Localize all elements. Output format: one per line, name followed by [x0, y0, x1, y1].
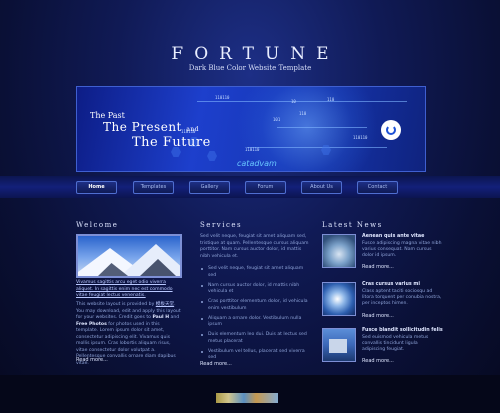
welcome-heading: Welcome	[76, 221, 119, 229]
site-tagline: Dark Blue Color Website Template	[188, 64, 312, 72]
news-item-title[interactable]: Aenean quis ante vitae	[362, 234, 424, 239]
banner-line-present: The Present and	[103, 120, 199, 134]
nav-item-home[interactable]: Home	[76, 181, 117, 194]
power-circle-icon	[381, 120, 401, 140]
banner-circuit-line	[247, 147, 387, 148]
services-heading: Services	[200, 221, 243, 229]
services-read-more-link[interactable]: Read more...	[200, 361, 232, 367]
banner-hexagon	[207, 151, 217, 161]
welcome-read-more-link[interactable]: Read more...	[76, 357, 108, 363]
services-list-item: Cras porttitor elementum dolor, id vehic…	[200, 299, 310, 312]
news-item-title[interactable]: Cras cursus varius mi	[362, 282, 420, 287]
mountain-photo	[76, 234, 182, 278]
services-list: Sed velit neque, feugiat sit amet aliqua…	[200, 266, 310, 365]
nav-item-contact[interactable]: Contact	[357, 181, 398, 194]
services-list-item: Aliquam a ornare dolor. Vestibulum nulla…	[200, 316, 310, 329]
nav-item-templates[interactable]: Templates	[133, 181, 174, 194]
banner-circuit-line	[197, 101, 407, 102]
page-background: FORTUNE Dark Blue Color Website Template…	[0, 0, 500, 413]
news-read-more-link[interactable]: Read more...	[362, 313, 394, 319]
nav-item-forum[interactable]: Forum	[245, 181, 286, 194]
services-list-item: Sed velit neque, feugiat sit amet aliqua…	[200, 266, 310, 279]
banner-line-future: The Future	[132, 135, 211, 150]
news-read-more-link[interactable]: Read more...	[362, 358, 394, 364]
welcome-body-and: and	[169, 315, 180, 320]
services-list-item: Duis elementum leo dui. Duis at lectus s…	[200, 332, 310, 345]
news-read-more-link[interactable]: Read more...	[362, 264, 394, 270]
welcome-link[interactable]: Vivamus sagittis arcu eget odio viverra …	[76, 280, 181, 300]
banner-binary: 110	[299, 111, 307, 116]
news-item-title[interactable]: Fusce blandit sollicitudin felis	[362, 328, 443, 333]
banner-and-text: and	[186, 126, 199, 133]
hero-banner: 110110 10 110 110110 101 110 110110 1101…	[76, 86, 426, 172]
footer-badge-image	[216, 393, 278, 403]
banner-binary: 110110	[215, 95, 230, 100]
news-item-body: Class aptent taciti sociosqu ad litora t…	[362, 289, 442, 306]
services-list-item: Vestibulum vel tellus, placerat sed vive…	[200, 349, 310, 362]
banner-circuit-line	[277, 127, 367, 128]
banner-present-text: The Present	[103, 120, 182, 134]
site-header: FORTUNE Dark Blue Color Website Template	[0, 30, 500, 90]
nav-item-gallery[interactable]: Gallery	[189, 181, 230, 194]
banner-binary: 110110	[353, 135, 368, 140]
news-heading: Latest News	[322, 221, 383, 229]
banner-binary: 110110	[245, 147, 260, 152]
services-intro: Sed velit neque, feugiat sit amet aliqua…	[200, 234, 309, 259]
banner-line-past: The Past	[90, 111, 125, 120]
welcome-credit-photos: Free Photos	[76, 321, 107, 327]
news-item-body: Sed euismod vehicula metus convallis tin…	[362, 335, 429, 352]
welcome-brand-link[interactable]: 模板天堂	[156, 302, 174, 307]
news-thumbnail[interactable]	[322, 282, 356, 316]
banner-logo: catadvam	[237, 159, 277, 168]
news-thumbnail[interactable]	[322, 234, 356, 268]
welcome-body-start: This website layout is provided by	[76, 302, 156, 307]
news-thumbnail[interactable]	[322, 328, 356, 362]
site-title: FORTUNE	[171, 44, 340, 64]
news-item-body: Fusce adipiscing magna vitae nibh varius…	[362, 241, 442, 258]
banner-binary: 101	[273, 117, 281, 122]
banner-binary: 10	[291, 99, 296, 104]
banner-binary: 110	[327, 97, 335, 102]
welcome-credit-paul: Paul H	[152, 315, 170, 320]
services-list-item: Nam cursus auctor dolor, id mattis nibh …	[200, 283, 310, 296]
nav-item-about-us[interactable]: About Us	[301, 181, 342, 194]
